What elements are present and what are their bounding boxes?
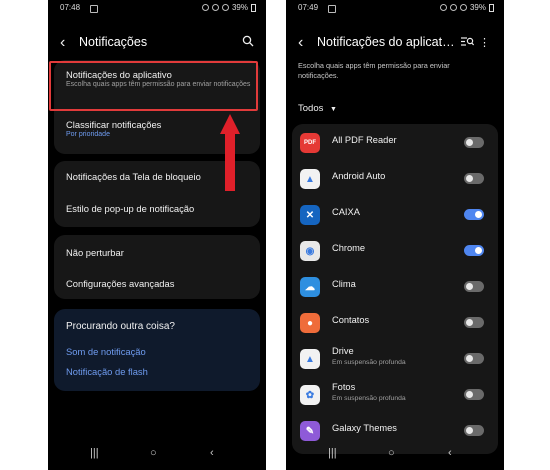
popup-style-item[interactable]: Estilo de pop-up de notificação [66,203,252,214]
gallery-icon [328,5,336,13]
app-name: All PDF Reader [332,135,397,145]
battery-icon [251,3,256,12]
more-options-icon[interactable]: ⋮ [479,34,490,52]
home-icon[interactable]: ○ [388,447,395,459]
pdf-icon: PDF [300,133,320,153]
recent-apps-icon[interactable]: ||| [90,447,99,459]
app-row[interactable]: PDF All PDF Reader [292,125,498,161]
navigation-bar: ||| ○ ‹ [286,440,504,470]
app-row[interactable]: ▲ Drive Em suspensão profunda [292,341,498,377]
toggle-knob [466,139,473,146]
photos-icon: ✿ [300,385,320,405]
page-title: Notificações do aplicat… [317,35,455,49]
signal-icon [221,4,229,11]
battery-level: 39% [231,3,248,12]
do-not-disturb-item[interactable]: Não perturbar [66,247,252,258]
app-name: Contatos [332,315,370,325]
annotation-arrow [220,114,240,192]
toggle-knob [466,427,473,434]
notification-toggle[interactable] [464,245,484,256]
search-icon[interactable] [242,34,254,52]
more-settings-group: Não perturbar Configurações avançadas [54,235,260,299]
drive-icon: ▲ [300,349,320,369]
battery-icon [489,3,494,12]
app-row[interactable]: ✕ CAIXA [292,197,498,233]
suggestions-heading: Procurando outra coisa? [66,321,175,332]
flash-link[interactable]: Notificação de flash [66,366,252,377]
status-time: 07:49 [298,3,319,12]
app-name: Chrome [332,243,366,253]
mute-icon [439,4,447,11]
back-arrow-icon[interactable]: ‹ [60,34,65,52]
filter-dropdown[interactable]: Todos ▼ [298,103,337,114]
toggle-knob [466,283,473,290]
signal-icon [459,4,467,11]
toggle-knob [466,391,473,398]
notification-toggle[interactable] [464,281,484,292]
search-list-icon[interactable] [461,34,475,52]
app-row[interactable]: ◉ Chrome [292,233,498,269]
battery-level: 39% [469,3,486,12]
item-title: Estilo de pop-up de notificação [66,203,195,214]
notification-toggle[interactable] [464,137,484,148]
contacts-icon: ● [300,313,320,333]
weather-icon: ☁ [300,277,320,297]
app-row[interactable]: ▲ Android Auto [292,161,498,197]
suggestions-card: Procurando outra coisa? Som de notificaç… [54,309,260,391]
back-arrow-icon[interactable]: ‹ [298,34,303,52]
dropdown-arrow-icon: ▼ [330,106,337,113]
navigation-bar: ||| ○ ‹ [48,440,266,470]
app-name: Android Auto [332,171,386,181]
notification-toggle[interactable] [464,353,484,364]
page-title: Notificações [79,35,148,49]
sound-link[interactable]: Som de notificação [66,346,252,357]
notification-toggle[interactable] [464,425,484,436]
status-time: 07:48 [60,3,81,12]
app-row[interactable]: ☁ Clima [292,269,498,305]
notification-toggle[interactable] [464,209,484,220]
back-nav-icon[interactable]: ‹ [448,447,452,459]
chrome-icon: ◉ [300,241,320,261]
app-row[interactable]: ● Contatos [292,305,498,341]
app-name: Galaxy Themes [332,423,397,433]
phone-screen-app-notifications: 07:49 39% ‹ Notificações do aplicat… ⋮ E… [286,0,504,470]
item-title: Configurações avançadas [66,278,175,289]
page-description: Escolha quais apps têm permissão para en… [298,61,450,80]
app-header: ‹ Notificações [48,34,266,54]
app-status: Em suspensão profunda [332,395,406,402]
notification-toggle[interactable] [464,317,484,328]
mute-icon [201,4,209,11]
wifi-icon [449,4,457,11]
themes-icon: ✎ [300,421,320,441]
app-name: Clima [332,279,356,289]
caixa-icon: ✕ [300,205,320,225]
wifi-icon [211,4,219,11]
home-icon[interactable]: ○ [150,447,157,459]
recent-apps-icon[interactable]: ||| [328,447,337,459]
advanced-settings-item[interactable]: Configurações avançadas [66,278,252,289]
back-nav-icon[interactable]: ‹ [210,447,214,459]
status-bar: 07:48 39% [60,3,256,15]
notification-toggle[interactable] [464,389,484,400]
phone-screen-notifications: 07:48 39% ‹ Notificações Notificações do… [48,0,266,470]
app-name: Drive [332,346,354,356]
toggle-knob [466,319,473,326]
toggle-knob [475,247,482,254]
toggle-knob [466,175,473,182]
android-auto-icon: ▲ [300,169,320,189]
app-name: Fotos [332,382,356,392]
app-name: CAIXA [332,207,360,217]
highlight-box [49,61,258,111]
app-row[interactable]: ✿ Fotos Em suspensão profunda [292,377,498,413]
app-status: Em suspensão profunda [332,359,406,366]
item-title: Não perturbar [66,247,124,258]
notification-toggle[interactable] [464,173,484,184]
toggle-knob [475,211,482,218]
filter-label: Todos [298,103,324,114]
app-header: ‹ Notificações do aplicat… ⋮ [286,34,504,54]
toggle-knob [466,355,473,362]
status-bar: 07:49 39% [298,3,494,15]
gallery-icon [90,5,98,13]
